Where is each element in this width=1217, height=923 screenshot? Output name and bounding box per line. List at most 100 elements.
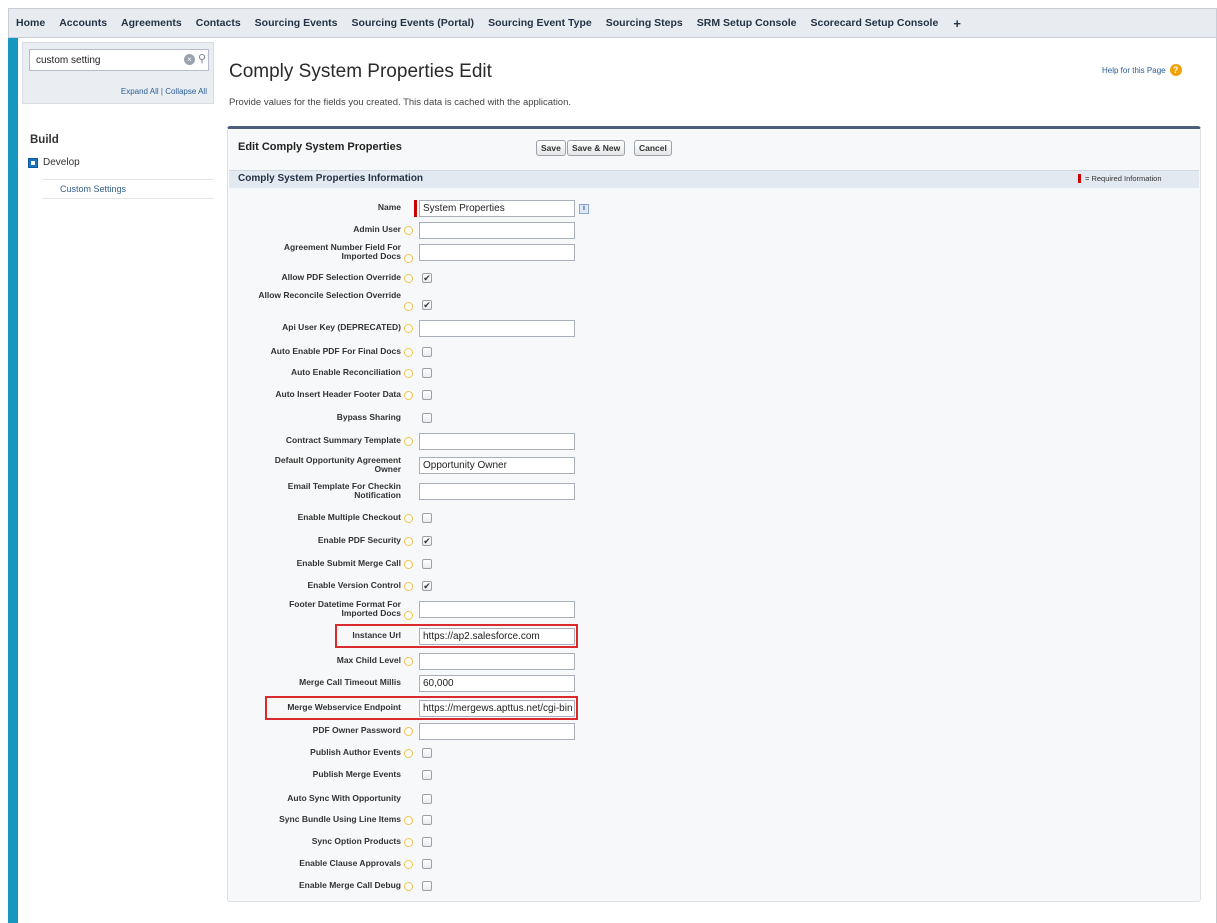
sidebar-item-custom-settings[interactable]: Custom Settings bbox=[42, 179, 214, 199]
help-bubble-icon[interactable] bbox=[404, 582, 413, 591]
checkbox[interactable] bbox=[422, 859, 432, 869]
checkbox[interactable]: ✔ bbox=[422, 300, 432, 310]
field-label: Merge Call Timeout Millis bbox=[299, 677, 401, 687]
checkbox[interactable] bbox=[422, 748, 432, 758]
save-button[interactable]: Save bbox=[536, 140, 566, 156]
required-marker bbox=[1078, 174, 1081, 183]
tab-contacts[interactable]: Contacts bbox=[189, 17, 248, 29]
field-label: Email Template For Checkin Notification bbox=[287, 481, 401, 500]
search-icon[interactable]: ⚲ bbox=[198, 52, 206, 65]
help-bubble-icon[interactable] bbox=[404, 324, 413, 333]
checkbox[interactable] bbox=[422, 559, 432, 569]
text-field[interactable] bbox=[419, 244, 575, 261]
save-and-new-button[interactable]: Save & New bbox=[567, 140, 626, 156]
checkbox[interactable] bbox=[422, 837, 432, 847]
tab-accounts[interactable]: Accounts bbox=[52, 17, 114, 29]
checkbox[interactable] bbox=[422, 770, 432, 780]
checkbox[interactable] bbox=[422, 794, 432, 804]
help-bubble-icon[interactable] bbox=[404, 749, 413, 758]
clear-icon[interactable]: × bbox=[184, 54, 195, 65]
field-label: Publish Merge Events bbox=[312, 769, 401, 779]
section-title: Comply System Properties Information bbox=[238, 173, 424, 184]
help-bubble-icon[interactable] bbox=[404, 274, 413, 283]
required-legend: = Required Information bbox=[1078, 174, 1162, 183]
field-label: Enable Merge Call Debug bbox=[298, 880, 401, 890]
field-label: Enable Submit Merge Call bbox=[296, 558, 401, 568]
help-bubble-icon[interactable] bbox=[404, 226, 413, 235]
text-field[interactable]: Opportunity Owner bbox=[419, 457, 575, 474]
help-bubble-icon[interactable] bbox=[404, 369, 413, 378]
top-nav: Home Accounts Agreements Contacts Sourci… bbox=[8, 8, 1217, 38]
text-field[interactable] bbox=[419, 723, 575, 740]
help-bubble-icon[interactable] bbox=[404, 391, 413, 400]
add-tab-button[interactable]: + bbox=[945, 16, 968, 31]
highlight-box bbox=[335, 624, 578, 648]
field-label: Auto Insert Header Footer Data bbox=[275, 389, 401, 399]
help-bubble-icon[interactable] bbox=[404, 437, 413, 446]
field-label: Contract Summary Template bbox=[285, 435, 401, 445]
field-label: Sync Bundle Using Line Items bbox=[279, 814, 401, 824]
checkbox[interactable] bbox=[422, 390, 432, 400]
checkbox[interactable] bbox=[422, 815, 432, 825]
help-bubble-icon[interactable] bbox=[404, 514, 413, 523]
field-label: PDF Owner Password bbox=[312, 725, 401, 735]
help-bubble-icon[interactable] bbox=[404, 537, 413, 546]
required-legend-text: = Required Information bbox=[1085, 174, 1162, 183]
help-bubble-icon[interactable] bbox=[404, 302, 413, 311]
text-field[interactable]: 60,000 bbox=[419, 675, 575, 692]
checkbox[interactable] bbox=[422, 368, 432, 378]
text-field[interactable]: System Properties bbox=[419, 200, 575, 217]
help-bubble-icon[interactable] bbox=[404, 348, 413, 357]
checkbox[interactable] bbox=[422, 347, 432, 357]
field-label: Name bbox=[377, 202, 401, 212]
left-accent-strip bbox=[8, 38, 18, 923]
checkbox[interactable]: ✔ bbox=[422, 273, 432, 283]
help-bubble-icon[interactable] bbox=[404, 611, 413, 620]
expand-collapse-links[interactable]: Expand All | Collapse All bbox=[121, 87, 207, 96]
text-field[interactable] bbox=[419, 653, 575, 670]
tab-sourcing-events-portal[interactable]: Sourcing Events (Portal) bbox=[345, 17, 482, 29]
collapse-icon[interactable] bbox=[28, 157, 38, 168]
text-field[interactable] bbox=[419, 483, 575, 500]
field-label: Enable Clause Approvals bbox=[299, 858, 401, 868]
field-label: Allow PDF Selection Override bbox=[281, 272, 401, 282]
field-label: Footer Datetime Format For Imported Docs bbox=[289, 599, 401, 618]
field-label: Default Opportunity Agreement Owner bbox=[274, 455, 401, 474]
help-link[interactable]: Help for this Page ? bbox=[1102, 64, 1182, 76]
cancel-button[interactable]: Cancel bbox=[634, 140, 672, 156]
tab-sourcing-steps[interactable]: Sourcing Steps bbox=[599, 17, 690, 29]
tab-agreements[interactable]: Agreements bbox=[114, 17, 189, 29]
help-bubble-icon[interactable] bbox=[404, 657, 413, 666]
help-bubble-icon[interactable] bbox=[404, 838, 413, 847]
required-marker bbox=[414, 200, 417, 217]
checkbox[interactable] bbox=[422, 881, 432, 891]
text-field[interactable] bbox=[419, 433, 575, 450]
tab-home[interactable]: Home bbox=[9, 17, 52, 29]
sidebar-item-develop[interactable]: Develop bbox=[28, 157, 80, 168]
text-field[interactable] bbox=[419, 320, 575, 337]
tab-srm-setup-console[interactable]: SRM Setup Console bbox=[690, 17, 804, 29]
help-icon[interactable]: ? bbox=[1169, 64, 1182, 76]
setup-sidebar: × ⚲ Expand All | Collapse All Build Deve… bbox=[22, 42, 214, 923]
checkbox[interactable]: ✔ bbox=[422, 536, 432, 546]
checkbox[interactable] bbox=[422, 513, 432, 523]
page-description: Provide values for the fields you create… bbox=[229, 97, 572, 108]
help-bubble-icon[interactable] bbox=[404, 727, 413, 736]
help-bubble-icon[interactable] bbox=[404, 860, 413, 869]
tab-sourcing-events[interactable]: Sourcing Events bbox=[248, 17, 345, 29]
quick-find-input[interactable] bbox=[29, 49, 209, 71]
help-bubble-icon[interactable] bbox=[404, 882, 413, 891]
edit-panel-title: Edit Comply System Properties bbox=[238, 141, 402, 153]
tab-scorecard-setup-console[interactable]: Scorecard Setup Console bbox=[804, 17, 946, 29]
checkbox[interactable]: ✔ bbox=[422, 581, 432, 591]
checkbox[interactable] bbox=[422, 413, 432, 423]
text-field[interactable] bbox=[419, 601, 575, 618]
info-icon[interactable]: i bbox=[579, 204, 589, 214]
tab-sourcing-event-type[interactable]: Sourcing Event Type bbox=[481, 17, 599, 29]
help-link-label[interactable]: Help for this Page bbox=[1102, 66, 1166, 75]
text-field[interactable] bbox=[419, 222, 575, 239]
highlight-box bbox=[265, 696, 578, 720]
help-bubble-icon[interactable] bbox=[404, 816, 413, 825]
help-bubble-icon[interactable] bbox=[404, 254, 413, 263]
help-bubble-icon[interactable] bbox=[404, 560, 413, 569]
